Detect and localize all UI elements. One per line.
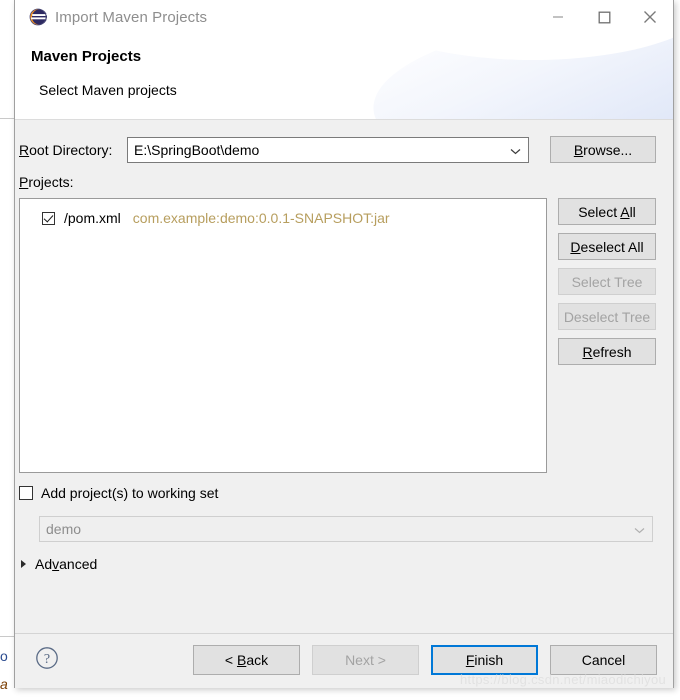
wizard-buttons: < Back Next > Finish Cancel xyxy=(193,645,657,675)
projects-listbox[interactable]: /pom.xml com.example:demo:0.0.1-SNAPSHOT… xyxy=(19,198,547,473)
project-path: /pom.xml xyxy=(64,210,121,226)
chevron-down-icon xyxy=(634,521,645,537)
project-coordinates: com.example:demo:0.0.1-SNAPSHOT:jar xyxy=(132,210,390,226)
title-bar: Import Maven Projects xyxy=(15,0,673,34)
next-button: Next > xyxy=(312,645,419,675)
working-set-label: Add project(s) to working set xyxy=(41,485,219,501)
page-subtitle: Select Maven projects xyxy=(39,82,177,98)
project-checkbox[interactable] xyxy=(42,211,55,225)
projects-label: Projects: xyxy=(19,174,74,190)
table-row[interactable]: /pom.xml com.example:demo:0.0.1-SNAPSHOT… xyxy=(20,207,546,229)
help-icon[interactable]: ? xyxy=(35,646,59,670)
chevron-down-icon xyxy=(510,142,521,158)
select-tree-button: Select Tree xyxy=(558,268,656,295)
background-app-strip: o a xyxy=(0,0,14,700)
window-title: Import Maven Projects xyxy=(55,8,208,26)
root-directory-label: Root Directory: xyxy=(19,142,113,158)
root-directory-value: E:\SpringBoot\demo xyxy=(134,142,260,158)
background-glyph-top: o xyxy=(0,648,8,664)
select-all-button[interactable]: Select All xyxy=(558,198,656,225)
advanced-disclosure[interactable]: Advanced xyxy=(21,556,97,572)
svg-text:?: ? xyxy=(44,652,50,667)
working-set-checkbox[interactable] xyxy=(19,486,33,500)
working-set-combo: demo xyxy=(39,516,653,542)
back-button[interactable]: < Back xyxy=(193,645,300,675)
cancel-button[interactable]: Cancel xyxy=(550,645,657,675)
deselect-tree-button: Deselect Tree xyxy=(558,303,656,330)
root-directory-combo[interactable]: E:\SpringBoot\demo xyxy=(127,137,529,163)
dialog-header: Import Maven Projects Maven Projects Sel… xyxy=(15,0,673,120)
maven-icon xyxy=(29,8,48,26)
minimize-icon[interactable] xyxy=(535,0,581,34)
working-set-row[interactable]: Add project(s) to working set xyxy=(19,485,218,501)
refresh-button[interactable]: Refresh xyxy=(558,338,656,365)
advanced-label: Advanced xyxy=(35,556,98,572)
chevron-right-icon xyxy=(21,560,26,568)
background-glyph-bottom: a xyxy=(0,676,8,692)
page-title: Maven Projects xyxy=(31,48,142,65)
browse-button[interactable]: Browse... xyxy=(550,136,656,163)
dialog-footer: ? < Back Next > Finish Cancel xyxy=(15,633,673,688)
dialog-body: Root Directory: E:\SpringBoot\demo Brows… xyxy=(15,120,673,633)
deselect-all-button[interactable]: Deselect All xyxy=(558,233,656,260)
window-controls xyxy=(535,0,673,34)
working-set-value: demo xyxy=(46,521,82,537)
maximize-icon[interactable] xyxy=(581,0,627,34)
projects-side-buttons: Select All Deselect All Select Tree Dese… xyxy=(558,198,656,373)
close-icon[interactable] xyxy=(627,0,673,34)
import-maven-projects-dialog: Import Maven Projects Maven Projects Sel… xyxy=(14,0,674,688)
finish-button[interactable]: Finish xyxy=(431,645,538,675)
